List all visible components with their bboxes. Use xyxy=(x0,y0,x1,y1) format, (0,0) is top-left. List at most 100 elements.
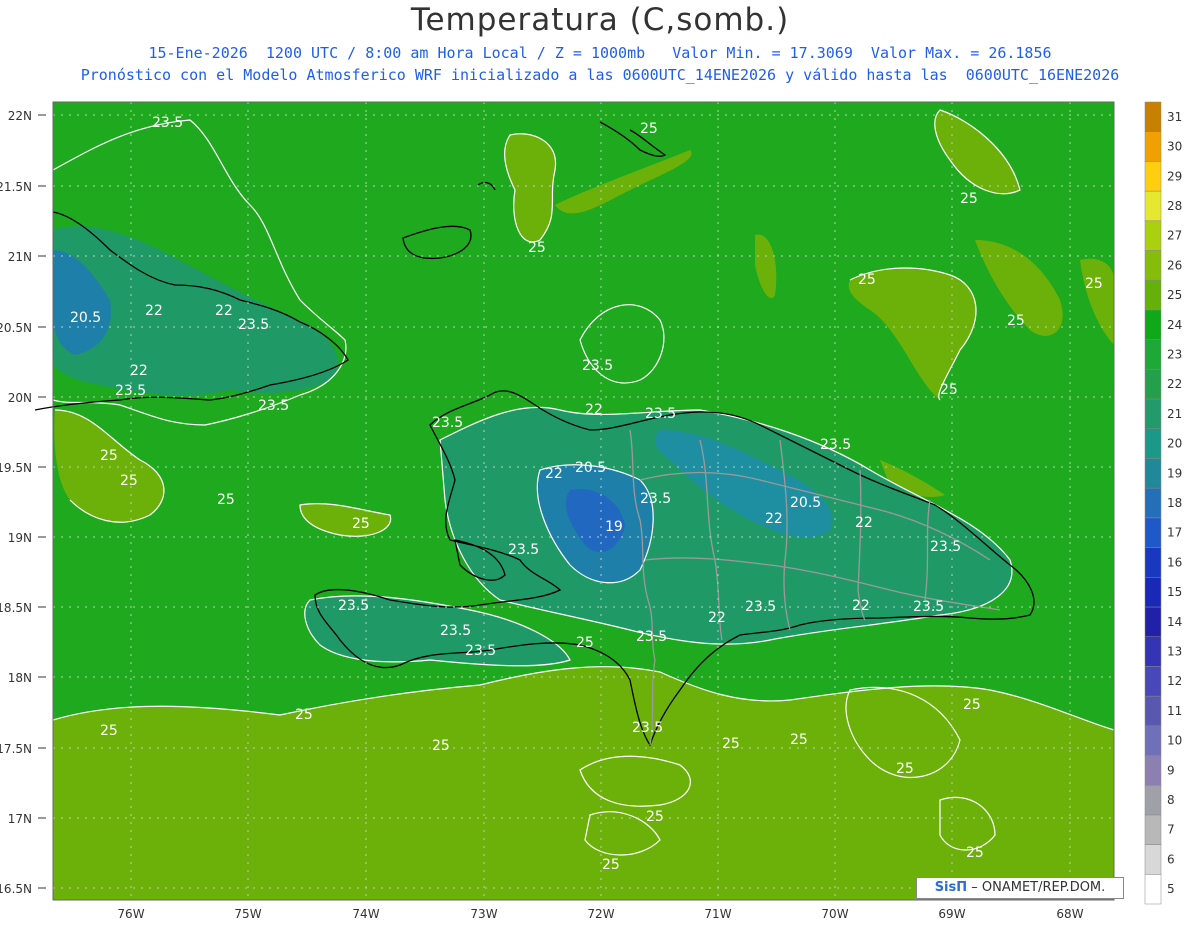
colorbar-swatch xyxy=(1144,190,1162,222)
colorbar-swatch xyxy=(1144,458,1162,489)
colorbar-label: 17 xyxy=(1167,526,1182,540)
contour-label: 25 xyxy=(352,516,370,532)
colorbar-label: 14 xyxy=(1167,615,1182,629)
contour-label: 23.5 xyxy=(152,115,183,131)
latitude-axis: 22N 21.5N 21N 20.5N 20N 19.5N 19N 18.5N … xyxy=(0,109,32,896)
contour-label: 23.5 xyxy=(258,398,289,414)
colorbar-label: 9 xyxy=(1167,763,1175,777)
colorbar-label: 28 xyxy=(1167,199,1182,213)
contour-label: 23.5 xyxy=(645,406,676,422)
colorbar: 5 6 7 8 9 10 11 12 13 14 15 16 17 18 19 20 21 22 23 24 25 26 2… xyxy=(1144,101,1182,905)
credit-box: SisΠ – ONAMET/REP.DOM. xyxy=(916,877,1124,899)
contour-label: 25 xyxy=(646,809,664,825)
lon-label: 71W xyxy=(704,907,731,921)
colorbar-label: 19 xyxy=(1167,466,1182,480)
temperature-map: 23.5 23.5 23.5 23.5 23.5 23.5 23.5 23.5 … xyxy=(0,101,1182,921)
lon-label: 75W xyxy=(234,907,261,921)
colorbar-swatch xyxy=(1144,695,1162,727)
contour-label: 23.5 xyxy=(338,598,369,614)
lat-ticks xyxy=(38,114,46,889)
colorbar-swatch xyxy=(1144,398,1162,429)
lat-label: 22N xyxy=(8,109,32,123)
colorbar-swatch xyxy=(1144,250,1162,281)
lat-label: 18N xyxy=(8,671,32,685)
colorbar-label: 18 xyxy=(1167,496,1182,510)
lon-label: 70W xyxy=(821,907,848,921)
contour-label: 22 xyxy=(708,610,726,626)
lon-label: 69W xyxy=(938,907,965,921)
contour-label: 25 xyxy=(963,697,981,713)
colorbar-label: 24 xyxy=(1167,318,1182,332)
contour-label: 23.5 xyxy=(930,539,961,555)
contour-label: 25 xyxy=(722,736,740,752)
lat-label: 16.5N xyxy=(0,882,32,896)
lon-label: 76W xyxy=(117,907,144,921)
contour-label: 23.5 xyxy=(640,491,671,507)
contour-label: 23.5 xyxy=(582,358,613,374)
contour-label: 22 xyxy=(145,303,163,319)
colorbar-swatch xyxy=(1144,874,1162,905)
contour-label: 23.5 xyxy=(432,415,463,431)
contour-label: 25 xyxy=(576,635,594,651)
colorbar-label: 7 xyxy=(1167,823,1175,837)
colorbar-swatch xyxy=(1144,547,1162,578)
colorbar-label: 20 xyxy=(1167,437,1182,451)
lat-label: 21.5N xyxy=(0,180,32,194)
lat-label: 18.5N xyxy=(0,601,32,615)
contour-label: 25 xyxy=(120,473,138,489)
lat-label: 17N xyxy=(8,812,32,826)
contour-label: 22 xyxy=(215,303,233,319)
colorbar-swatch xyxy=(1144,755,1162,786)
colorbar-swatch xyxy=(1144,517,1162,548)
contour-label: 22 xyxy=(585,402,603,418)
contour-label: 25 xyxy=(432,738,450,754)
lon-label: 68W xyxy=(1056,907,1083,921)
contour-label: 23.5 xyxy=(636,629,667,645)
colorbar-swatch xyxy=(1144,131,1162,162)
contour-label: 20.5 xyxy=(790,495,821,511)
contour-label: 23.5 xyxy=(238,317,269,333)
colorbar-swatch xyxy=(1144,784,1162,816)
contour-label: 25 xyxy=(858,272,876,288)
contour-label: 22 xyxy=(855,515,873,531)
colorbar-label: 12 xyxy=(1167,674,1182,688)
colorbar-label: 26 xyxy=(1167,258,1182,272)
contour-label: 23.5 xyxy=(465,643,496,659)
colorbar-swatch xyxy=(1144,309,1162,340)
colorbar-label: 25 xyxy=(1167,288,1182,302)
contour-label: 25 xyxy=(896,761,914,777)
colorbar-swatch xyxy=(1144,279,1162,311)
colorbar-swatch xyxy=(1144,814,1162,845)
contour-label: 25 xyxy=(1085,276,1103,292)
colorbar-label: 15 xyxy=(1167,585,1182,599)
lat-label: 20.5N xyxy=(0,321,32,335)
colorbar-swatch xyxy=(1144,577,1162,608)
colorbar-label: 21 xyxy=(1167,407,1182,421)
contour-label: 25 xyxy=(790,732,808,748)
colorbar-swatch xyxy=(1144,428,1162,459)
colorbar-swatch xyxy=(1144,369,1162,400)
colorbar-label: 31 xyxy=(1167,110,1182,124)
colorbar-swatch xyxy=(1144,339,1162,370)
lat-label: 17.5N xyxy=(0,742,32,756)
colorbar-label: 30 xyxy=(1167,140,1182,154)
contour-label: 25 xyxy=(217,492,235,508)
contour-label: 25 xyxy=(528,240,546,256)
lon-label: 74W xyxy=(352,907,379,921)
colorbar-label: 23 xyxy=(1167,348,1182,362)
colorbar-swatch xyxy=(1144,844,1162,875)
colorbar-swatch xyxy=(1144,725,1162,756)
contour-label: 22 xyxy=(545,466,563,482)
contour-label: 20.5 xyxy=(70,310,101,326)
colorbar-label: 8 xyxy=(1167,793,1175,807)
contour-label: 22 xyxy=(852,598,870,614)
colorbar-label: 5 xyxy=(1167,882,1175,896)
contour-label: 23.5 xyxy=(632,720,663,736)
contour-label: 23.5 xyxy=(115,383,146,399)
contour-label: 25 xyxy=(602,857,620,873)
colorbar-label: 6 xyxy=(1167,852,1175,866)
colorbar-label: 27 xyxy=(1167,229,1182,243)
contour-label: 23.5 xyxy=(508,542,539,558)
sispi-logo: SisΠ xyxy=(934,880,968,895)
colorbar-swatch xyxy=(1144,606,1162,637)
